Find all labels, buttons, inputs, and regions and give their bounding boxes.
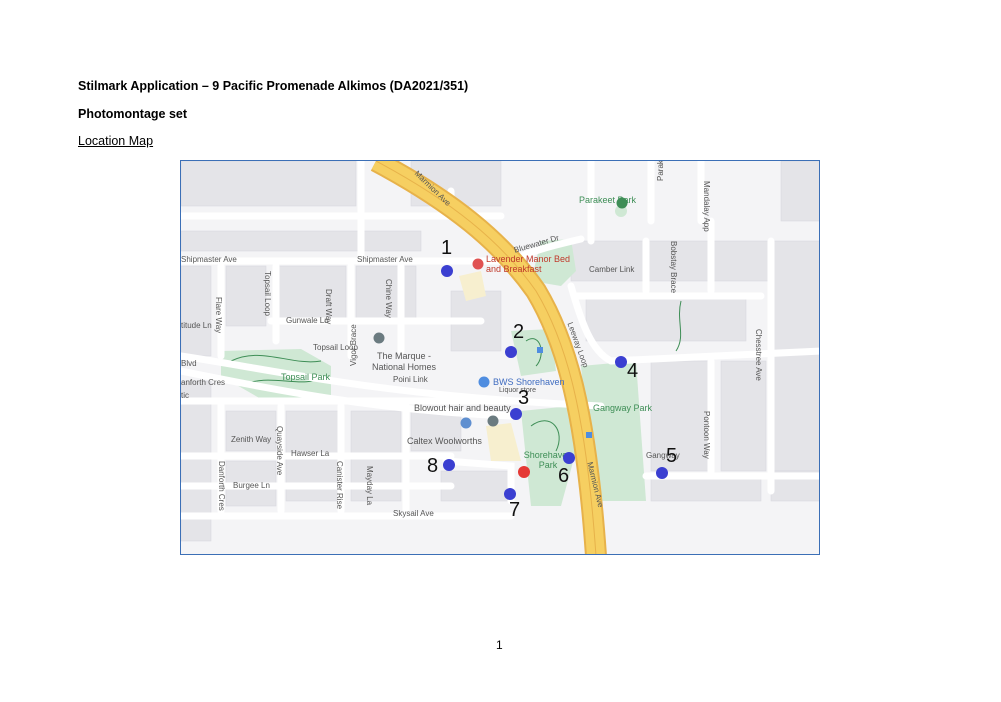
street-label-chine-way: Chine Way — [384, 279, 393, 318]
viewpoint-number-8: 8 — [427, 455, 439, 477]
place-caltex-woolworths: Caltex Woolworths — [407, 436, 482, 446]
location-map: Marmion Ave Marmion Ave Bluewater Dr Shi… — [180, 160, 820, 555]
street-label-parakeet-rise: Parakeet Rise — [656, 161, 665, 181]
place-blowout-hair: Blowout hair and beauty — [414, 403, 511, 413]
street-label-blvd: Blvd — [181, 359, 197, 368]
place-topsail-park: Topsail Park — [281, 372, 331, 382]
viewpoint-dot-2[interactable] — [505, 346, 517, 358]
viewpoint-number-4: 4 — [627, 360, 639, 382]
street-label-mandalay-app: Mandalay App — [702, 181, 711, 232]
street-label-skysail-ave: Skysail Ave — [393, 509, 434, 518]
street-label-gunwale-ln: Gunwale Ln — [286, 316, 329, 325]
street-label-chesstree-ave: Chesstree Ave — [754, 329, 763, 381]
street-label-quayside-ave: Quayside Ave — [275, 426, 284, 476]
viewpoint-dot-8[interactable] — [443, 459, 455, 471]
site-location-dot[interactable] — [518, 466, 530, 478]
street-label-latitude-ln: titude Ln — [181, 321, 212, 330]
street-label-danforth-cres: Danforth Cres — [217, 461, 226, 511]
street-label-vigor-brace: Vigor Brace — [349, 324, 358, 366]
street-label-anforth-cres: anforth Cres — [181, 378, 226, 387]
viewpoint-dot-6[interactable] — [563, 452, 575, 464]
viewpoint-number-5: 5 — [666, 445, 678, 467]
street-label-shipmaster-ave: Shipmaster Ave — [357, 255, 413, 264]
street-label-pontoon-way: Pontoon Way — [702, 411, 711, 459]
viewpoint-number-1: 1 — [441, 237, 453, 259]
street-label-camber-link: Camber Link — [589, 265, 635, 274]
page-subtitle: Photomontage set — [78, 107, 188, 121]
place-the-marque: The Marque - National Homes — [371, 351, 437, 372]
viewpoint-number-2: 2 — [513, 321, 525, 343]
viewpoint-dot-5[interactable] — [656, 467, 668, 479]
street-label-flare-way: Flare Way — [214, 297, 223, 334]
place-gangway-park: Gangway Park — [593, 403, 653, 413]
viewpoint-number-7: 7 — [509, 499, 521, 521]
street-label-draft-way: Draft Way — [324, 289, 333, 325]
viewpoint-dot-4[interactable] — [615, 356, 627, 368]
street-label-hawser-la: Hawser La — [291, 449, 330, 458]
place-parakeet-park: Parakeet Park — [579, 195, 637, 205]
street-label-topsail-loop-vertical: Topsail Loop — [263, 271, 272, 316]
street-label-bobstay-brace: Bobstay Brace — [669, 241, 678, 294]
page-title: Stilmark Application – 9 Pacific Promena… — [78, 79, 469, 93]
viewpoint-dot-1[interactable] — [441, 265, 453, 277]
street-label-mayday-la: Mayday La — [365, 466, 374, 506]
viewpoint-number-6: 6 — [558, 465, 570, 487]
page-number: 1 — [496, 638, 503, 652]
street-label-poini-link: Poini Link — [393, 375, 428, 384]
street-label-canister-rise: Canister Rise — [335, 461, 344, 510]
street-label-shipmaster-ave-west: Shipmaster Ave — [181, 255, 237, 264]
street-label-tic: tic — [181, 391, 189, 400]
place-lavender-manor: Lavender Manor Bed and Breakfast — [486, 254, 571, 274]
viewpoint-number-3: 3 — [518, 387, 530, 409]
street-label-burgee-ln: Burgee Ln — [233, 481, 270, 490]
map-background — [181, 161, 819, 554]
place-bws-shorehaven: BWS Shorehaven — [493, 377, 565, 387]
map-label: Location Map — [78, 134, 154, 148]
street-label-zenith-way: Zenith Way — [231, 435, 272, 444]
